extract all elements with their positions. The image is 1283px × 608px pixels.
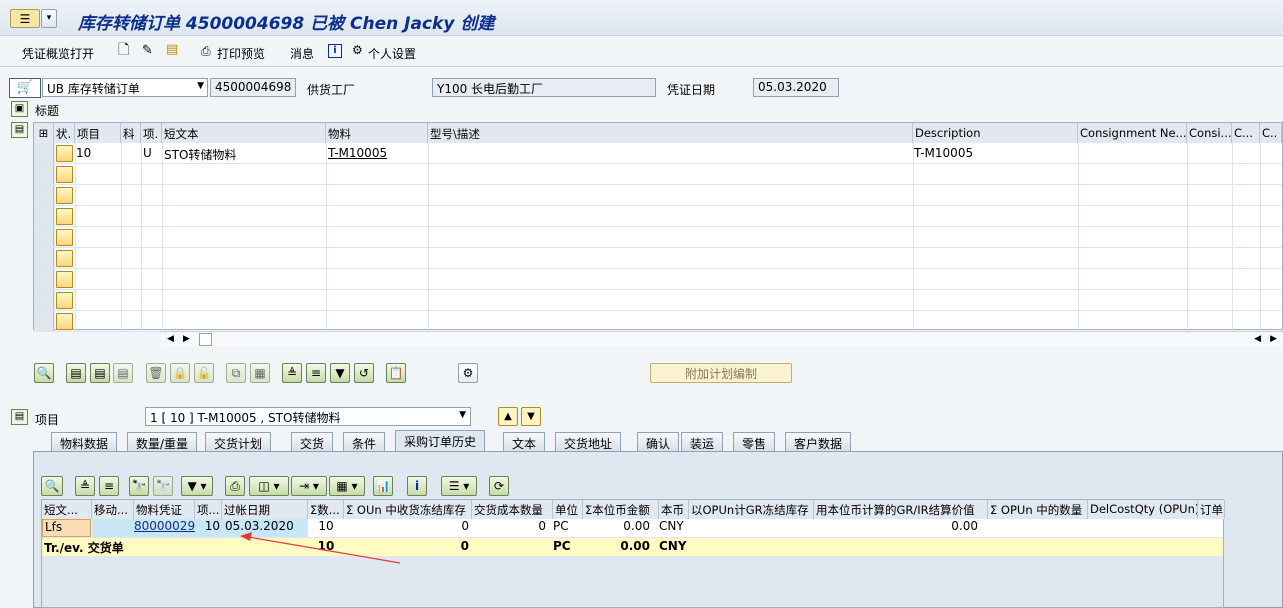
annotation-arrow	[240, 532, 401, 564]
